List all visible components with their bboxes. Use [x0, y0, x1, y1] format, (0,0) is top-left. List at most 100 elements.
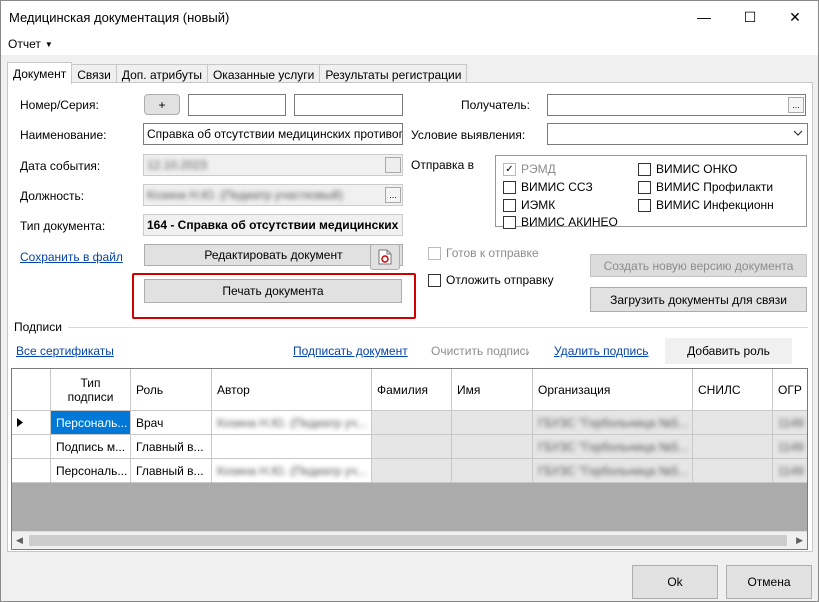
cell-type[interactable]: Персональ... — [51, 459, 131, 483]
table-row[interactable]: Подпись м... Главный в... ГБУЗС "Горболь… — [12, 435, 807, 459]
cell-role[interactable]: Врач — [131, 411, 212, 435]
column-header-name[interactable]: Имя — [452, 369, 533, 411]
cell-surname[interactable] — [372, 435, 452, 459]
detect-condition-label: Условие выявления: — [411, 128, 526, 142]
cell-snils[interactable] — [693, 411, 773, 435]
vimis-onko-checkbox[interactable] — [638, 163, 651, 176]
cell-name[interactable] — [452, 435, 533, 459]
document-panel: Номер/Серия: + Наименование: Справка об … — [7, 82, 813, 552]
menu-report[interactable]: Отчет ▼ — [8, 37, 53, 51]
column-header-organization[interactable]: Организация — [533, 369, 693, 411]
title-bar: Медицинская документация (новый) — ☐ ✕ — [1, 1, 818, 33]
number-label: Номер/Серия: — [20, 98, 99, 112]
row-indicator — [12, 459, 51, 483]
position-browse-icon[interactable]: ... — [385, 187, 401, 203]
vimis-ssz-checkbox[interactable] — [503, 181, 516, 194]
scrollbar-thumb[interactable] — [29, 535, 787, 546]
tab-services[interactable]: Оказанные услуги — [206, 64, 321, 84]
all-certificates-link[interactable]: Все сертификаты — [16, 344, 114, 358]
cell-ogr[interactable]: 1149 — [773, 435, 807, 459]
tab-extra-attributes[interactable]: Доп. атрибуты — [115, 64, 208, 84]
add-number-button[interactable]: + — [144, 94, 180, 115]
position-input[interactable]: Козина Н.Ю. (Педиатр участковый) ... — [143, 184, 403, 206]
name-label: Наименование: — [20, 128, 107, 142]
vimis-onko-label: ВИМИС ОНКО — [656, 162, 738, 176]
cell-snils[interactable] — [693, 459, 773, 483]
cell-ogr[interactable]: 1149 — [773, 459, 807, 483]
sign-document-link[interactable]: Подписать документ — [293, 344, 408, 358]
signatures-divider — [68, 327, 808, 328]
postpone-send-checkbox[interactable] — [428, 274, 441, 287]
cancel-button[interactable]: Отмена — [726, 565, 812, 599]
current-row-icon — [12, 411, 51, 435]
cell-type[interactable]: Персональ... — [51, 411, 131, 435]
name-input[interactable]: Справка об отсутствии медицинских против… — [143, 123, 403, 145]
cell-organization[interactable]: ГБУЗС "Горбольница №5... — [533, 459, 693, 483]
cell-surname[interactable] — [372, 459, 452, 483]
cell-name[interactable] — [452, 459, 533, 483]
table-row[interactable]: Персональ... Врач Козина Н.Ю. (Педиатр у… — [12, 411, 807, 435]
doctype-input[interactable]: 164 - Справка об отсутствии медицинских … — [143, 214, 403, 236]
scroll-left-icon[interactable]: ◀ — [16, 535, 23, 546]
scroll-right-icon[interactable]: ▶ — [796, 535, 803, 546]
tab-links[interactable]: Связи — [71, 64, 117, 84]
minimize-icon[interactable]: — — [681, 1, 727, 33]
recipient-browse-icon[interactable]: ... — [788, 97, 804, 113]
vimis-infect-checkbox[interactable] — [638, 199, 651, 212]
maximize-icon[interactable]: ☐ — [727, 1, 773, 33]
cell-surname[interactable] — [372, 411, 452, 435]
series-input[interactable] — [294, 94, 403, 116]
cell-organization[interactable]: ГБУЗС "Горбольница №5... — [533, 411, 693, 435]
window-title: Медицинская документация (новый) — [9, 9, 230, 25]
signatures-table: Тип подписи Роль Автор Фамилия Имя Орган… — [11, 368, 808, 550]
recipient-input[interactable]: ... — [547, 94, 806, 116]
column-header-role[interactable]: Роль — [131, 369, 212, 411]
vimis-akineo-checkbox[interactable] — [503, 216, 516, 229]
row-indicator — [12, 435, 51, 459]
cell-role[interactable]: Главный в... — [131, 459, 212, 483]
signatures-table-body: Тип подписи Роль Автор Фамилия Имя Орган… — [12, 369, 807, 531]
close-icon[interactable]: ✕ — [772, 1, 818, 33]
postpone-send-label: Отложить отправку — [446, 273, 554, 287]
remd-checkbox[interactable]: ✓ — [503, 163, 516, 176]
column-header-surname[interactable]: Фамилия — [372, 369, 452, 411]
cell-role[interactable]: Главный в... — [131, 435, 212, 459]
pdf-export-button[interactable] — [370, 244, 400, 270]
save-to-file-link[interactable]: Сохранить в файл — [20, 250, 123, 264]
horizontal-scrollbar[interactable]: ◀ ▶ — [12, 531, 807, 549]
date-input[interactable]: 12.10.2023 — [143, 154, 403, 176]
calendar-icon[interactable] — [385, 157, 401, 173]
detect-condition-select[interactable] — [547, 123, 808, 145]
column-header-ogr[interactable]: ОГР — [773, 369, 807, 411]
column-header-snils[interactable]: СНИЛС — [693, 369, 773, 411]
delete-signature-link[interactable]: Удалить подпись — [554, 344, 649, 358]
doctype-label: Тип документа: — [20, 219, 106, 233]
cell-author[interactable]: Козина Н.Ю. (Педиатр уч... — [212, 411, 372, 435]
vimis-prof-checkbox[interactable] — [638, 181, 651, 194]
table-row[interactable]: Персональ... Главный в... Козина Н.Ю. (П… — [12, 459, 807, 483]
add-role-button[interactable]: Добавить роль — [665, 338, 792, 364]
cell-author[interactable] — [212, 435, 372, 459]
cell-ogr[interactable]: 1149 — [773, 411, 807, 435]
edit-document-button[interactable]: Редактировать документ — [144, 244, 403, 266]
ready-to-send-checkbox[interactable] — [428, 247, 441, 260]
iemk-checkbox[interactable] — [503, 199, 516, 212]
cell-organization[interactable]: ГБУЗС "Горбольница №5... — [533, 435, 693, 459]
cell-ogr-value: 1149 — [778, 439, 804, 454]
ok-button[interactable]: Ok — [632, 565, 718, 599]
cell-name[interactable] — [452, 411, 533, 435]
column-header-author[interactable]: Автор — [212, 369, 372, 411]
cell-author-value: Козина Н.Ю. (Педиатр уч... — [217, 463, 368, 478]
load-docs-for-link-button[interactable]: Загрузить документы для связи — [590, 287, 807, 312]
number-input[interactable] — [188, 94, 286, 116]
tab-document[interactable]: Документ — [7, 62, 73, 84]
cell-author[interactable]: Козина Н.Ю. (Педиатр уч... — [212, 459, 372, 483]
tab-registration-results[interactable]: Результаты регистрации — [319, 64, 468, 84]
table-header-row: Тип подписи Роль Автор Фамилия Имя Орган… — [12, 369, 807, 411]
cell-type[interactable]: Подпись м... — [51, 435, 131, 459]
row-indicator-header — [12, 369, 51, 411]
create-new-version-button[interactable]: Создать новую версию документа — [590, 254, 807, 277]
column-header-type[interactable]: Тип подписи — [51, 369, 131, 411]
cell-snils[interactable] — [693, 435, 773, 459]
menu-bar: Отчет ▼ — [1, 33, 818, 55]
